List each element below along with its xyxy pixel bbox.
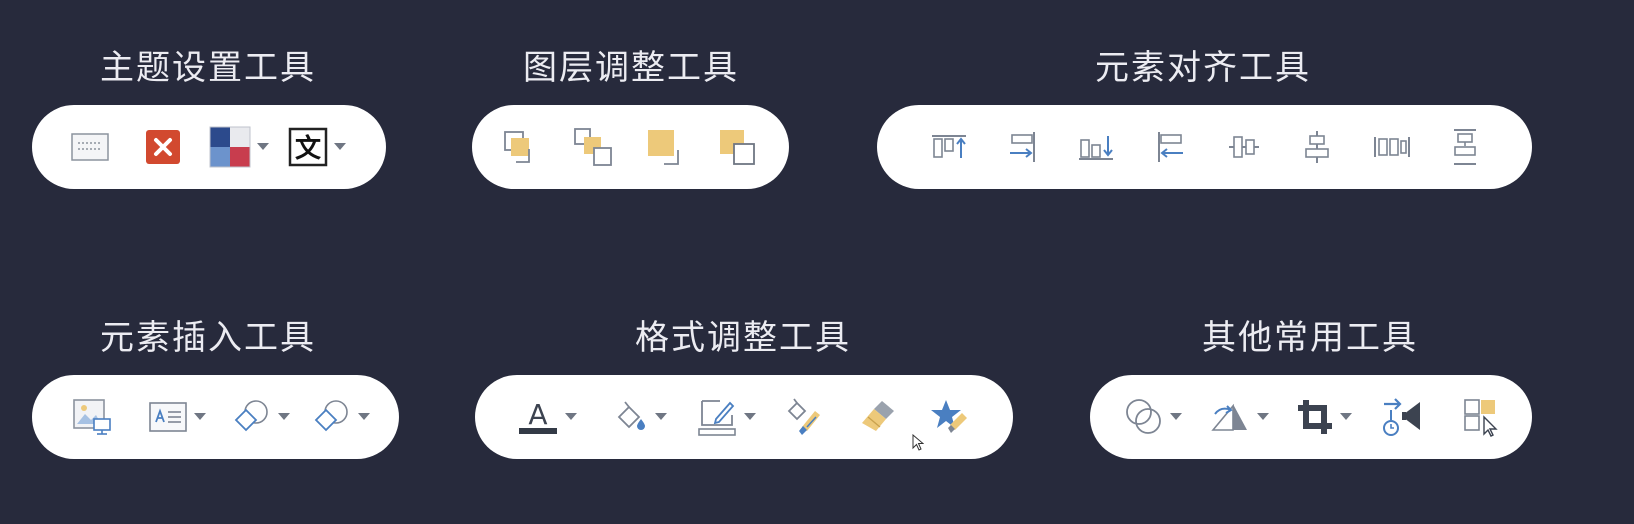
align-right-button[interactable] — [1006, 130, 1038, 164]
send-to-back-button[interactable] — [718, 128, 756, 166]
align-middle-icon — [1229, 136, 1259, 158]
chevron-down-icon — [655, 413, 667, 420]
layer-toolbar — [472, 105, 789, 189]
send-backward-button[interactable] — [573, 127, 613, 167]
align-left-button[interactable] — [1155, 130, 1187, 164]
format-painter-button[interactable] — [785, 397, 825, 437]
animation-painter-button[interactable] — [930, 397, 970, 437]
chevron-down-icon — [257, 143, 269, 150]
send-to-back-shape-icon — [1211, 403, 1247, 431]
outline-color-icon — [698, 400, 736, 436]
bring-to-front-icon — [648, 130, 679, 165]
insert-textbox-icon — [149, 402, 187, 432]
align-top-button[interactable] — [930, 132, 968, 162]
insert-shape-alt-button[interactable] — [312, 398, 370, 436]
slide-layout-button[interactable] — [70, 131, 110, 163]
distribute-horizontal-button[interactable] — [1373, 132, 1411, 162]
chevron-down-icon — [358, 413, 370, 420]
chevron-down-icon — [334, 143, 346, 150]
selection-pane-button[interactable] — [1462, 397, 1502, 437]
outline-color-button[interactable] — [696, 397, 756, 437]
brush-button[interactable] — [858, 397, 898, 437]
insert-textbox-button[interactable] — [148, 401, 206, 433]
group-title: 格式调整工具 — [635, 318, 851, 358]
animation-button[interactable] — [1382, 396, 1424, 438]
format-toolbar: A — [475, 375, 1013, 459]
align-bottom-icon — [1079, 136, 1113, 160]
mouse-cursor-icon — [912, 434, 924, 451]
other-toolbar — [1090, 375, 1532, 459]
align-right-icon — [1010, 132, 1035, 162]
fill-color-icon — [617, 401, 645, 430]
align-top-icon — [932, 135, 966, 158]
delete-theme-icon — [146, 130, 180, 164]
align-middle-button[interactable] — [1228, 132, 1260, 162]
fill-color-button[interactable] — [613, 399, 667, 435]
insert-shape-button[interactable] — [232, 398, 290, 436]
format-painter-icon — [787, 398, 820, 435]
chevron-down-icon — [744, 413, 756, 420]
crop-button[interactable] — [1296, 398, 1352, 436]
insert-picture-icon — [73, 399, 111, 435]
group-title: 主题设置工具 — [100, 48, 316, 88]
bring-forward-button[interactable] — [502, 129, 538, 165]
distribute-vertical-icon — [1454, 129, 1476, 165]
animation-icon — [1383, 398, 1420, 436]
chevron-down-icon — [1340, 413, 1352, 420]
theme-fonts-icon: 文 — [288, 127, 328, 167]
animation-painter-icon — [931, 400, 967, 433]
theme-colors-button[interactable] — [209, 126, 269, 168]
group-title: 图层调整工具 — [523, 48, 739, 88]
chevron-down-icon — [1170, 413, 1182, 420]
insert-toolbar — [32, 375, 399, 459]
delete-theme-button[interactable] — [145, 129, 181, 165]
align-bottom-button[interactable] — [1077, 132, 1115, 162]
merge-shapes-button[interactable] — [1124, 397, 1182, 437]
chevron-down-icon — [1257, 413, 1269, 420]
theme-fonts-glyph: 文 — [295, 133, 322, 164]
font-color-icon: A — [519, 398, 557, 434]
align-center-button[interactable] — [1302, 130, 1332, 164]
theme-toolbar: 文 — [32, 105, 386, 189]
brush-icon — [862, 401, 894, 431]
theme-fonts-button[interactable]: 文 — [288, 127, 346, 167]
insert-shape-icon — [234, 400, 268, 432]
send-backward-icon — [574, 128, 612, 166]
bring-forward-icon — [504, 131, 530, 163]
group-title: 元素插入工具 — [100, 318, 316, 358]
group-title: 元素对齐工具 — [1095, 48, 1311, 88]
group-title: 其他常用工具 — [1202, 318, 1418, 358]
insert-shape-alt-icon — [314, 400, 348, 432]
send-to-back-icon — [720, 130, 755, 165]
align-center-icon — [1305, 131, 1329, 163]
slide-layout-icon — [71, 133, 109, 161]
theme-colors-icon — [209, 126, 251, 168]
insert-picture-button[interactable] — [72, 398, 112, 436]
send-to-back-shape-button[interactable] — [1209, 400, 1269, 434]
distribute-vertical-button[interactable] — [1450, 128, 1480, 166]
font-color-button[interactable]: A — [517, 398, 577, 436]
crop-icon — [1298, 400, 1332, 434]
align-left-icon — [1158, 132, 1183, 162]
font-color-letter: A — [528, 398, 547, 431]
bring-to-front-button[interactable] — [646, 128, 684, 166]
selection-pane-icon — [1464, 399, 1498, 437]
merge-shapes-icon — [1126, 399, 1161, 434]
chevron-down-icon — [565, 413, 577, 420]
chevron-down-icon — [194, 413, 206, 420]
chevron-down-icon — [278, 413, 290, 420]
distribute-horizontal-icon — [1374, 137, 1410, 157]
align-toolbar — [877, 105, 1532, 189]
